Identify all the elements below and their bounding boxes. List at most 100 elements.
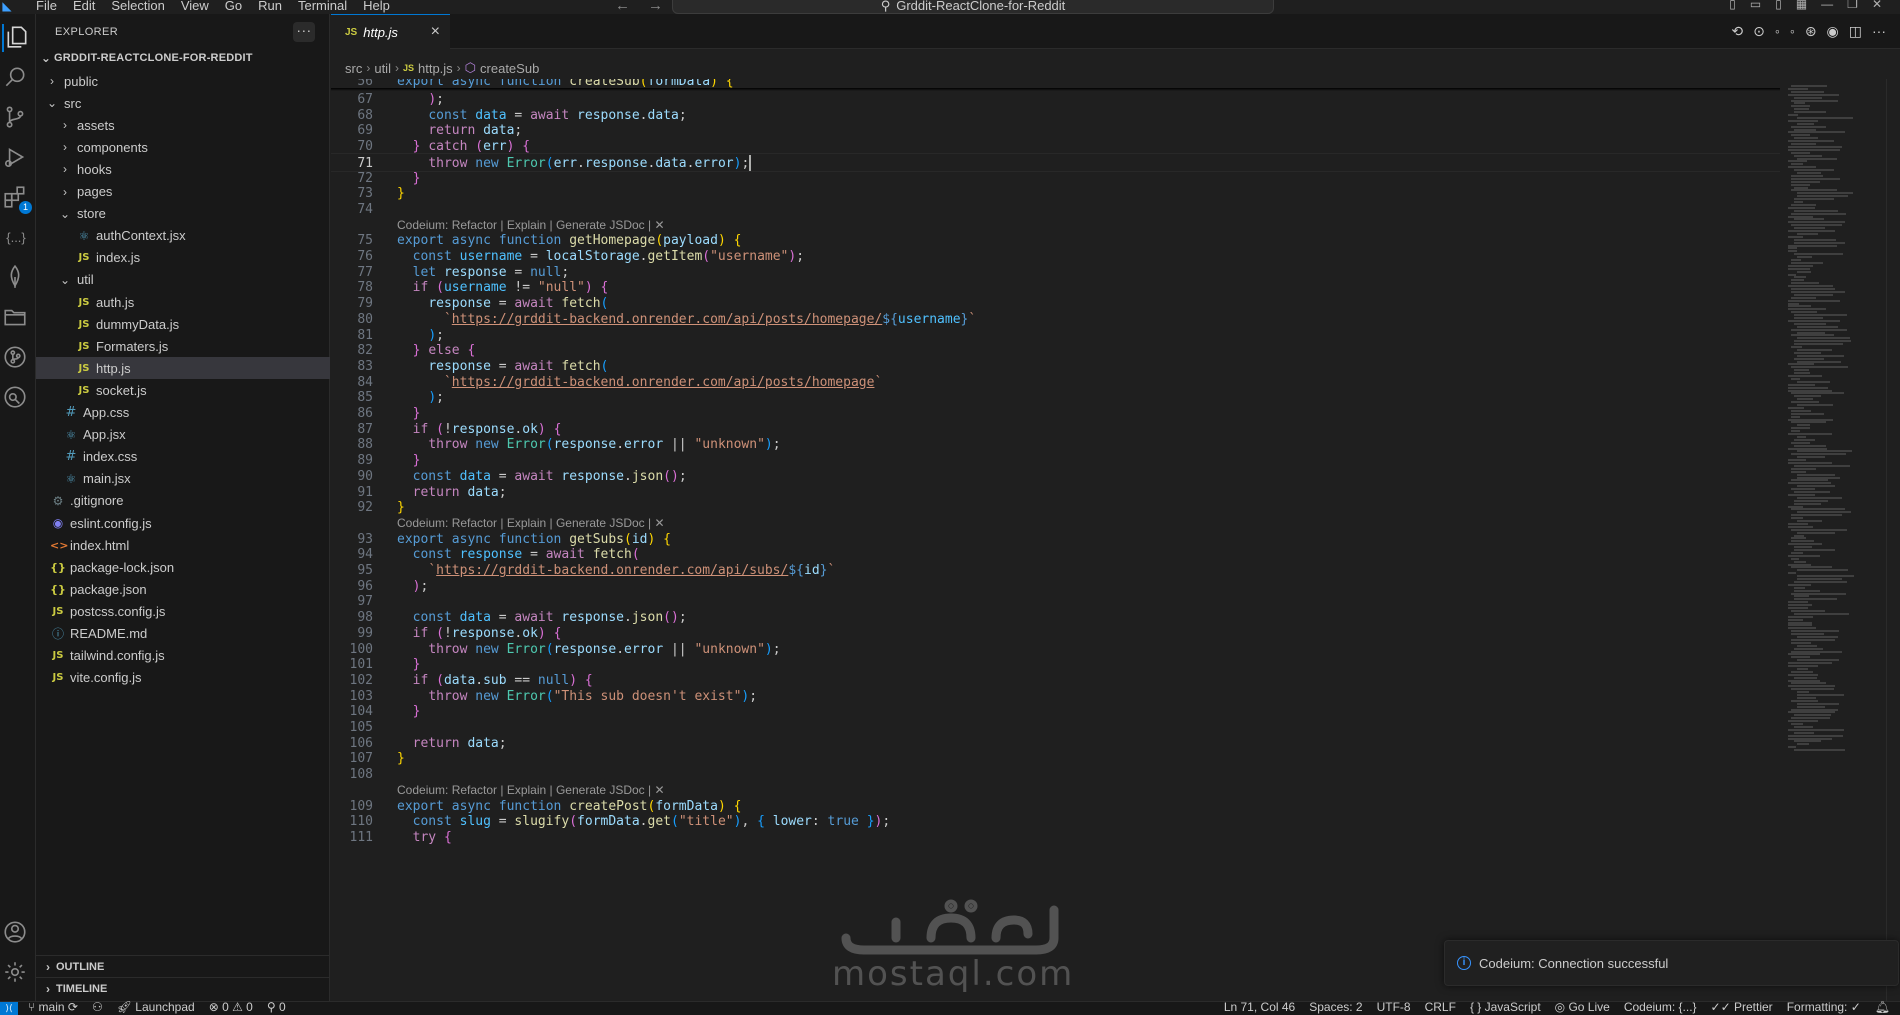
tree-folder[interactable]: › components — [36, 136, 330, 158]
cursor-position[interactable]: Ln 71, Col 46 — [1224, 1000, 1295, 1014]
menu-go[interactable]: Go — [217, 0, 250, 12]
tree-folder[interactable]: ⌄ util — [36, 269, 330, 291]
back-arrow-icon[interactable]: ← — [615, 0, 630, 14]
timeline-history-icon[interactable]: ⟲ — [1731, 23, 1743, 40]
remote-indicator-icon[interactable]: ⟩⟨ — [0, 1002, 18, 1015]
more-editor-actions-icon[interactable]: ··· — [1872, 23, 1886, 40]
tree-file[interactable]: # App.css — [36, 402, 330, 424]
tree-file[interactable]: JS http.js — [36, 357, 330, 380]
search-icon[interactable] — [2, 64, 30, 92]
close-window-icon[interactable]: ✕ — [1872, 0, 1882, 11]
git-graph-icon[interactable] — [2, 344, 30, 372]
project-root-folder[interactable]: ⌄ GRDDIT-REACTCLONE-FOR-REDDIT — [36, 47, 330, 69]
settings-gear-icon[interactable] — [2, 959, 30, 987]
tree-file[interactable]: JS socket.js — [36, 379, 330, 401]
previous-change-icon[interactable]: ◦ — [1775, 23, 1780, 40]
tab-http-js[interactable]: JS http.js × — [331, 14, 450, 49]
menu-terminal[interactable]: Terminal — [290, 0, 355, 12]
menu-file[interactable]: File — [28, 0, 65, 12]
folder-icon[interactable] — [2, 304, 30, 332]
tree-folder[interactable]: › hooks — [36, 158, 330, 180]
tree-file[interactable]: ⚛ App.jsx — [36, 424, 330, 446]
open-changes-icon[interactable]: ⊙ — [1753, 23, 1765, 40]
git-compare-icon[interactable]: ⊛ — [1805, 23, 1817, 40]
source-control-icon[interactable] — [2, 104, 30, 132]
tree-file[interactable]: ⚛ authContext.jsx — [36, 225, 330, 247]
timeline-section[interactable]: › TIMELINE — [36, 977, 330, 999]
explorer-icon[interactable] — [2, 24, 30, 52]
tree-file[interactable]: JS postcss.config.js — [36, 600, 330, 622]
problems-status[interactable]: ⊗ 0 ⚠ 0 — [209, 1000, 253, 1014]
next-change-icon[interactable]: ◦ — [1790, 23, 1795, 40]
minimize-icon[interactable]: — — [1821, 0, 1833, 11]
notifications-bell-icon[interactable]: 🔔︎ — [1875, 1000, 1890, 1014]
tree-file[interactable]: JS tailwind.config.js — [36, 645, 330, 667]
mongodb-leaf-icon[interactable] — [2, 264, 30, 292]
breadcrumb-symbol[interactable]: createSub — [480, 61, 539, 76]
launchpad-status[interactable]: 🚀︎ Launchpad — [117, 1000, 195, 1014]
indentation-status[interactable]: Spaces: 2 — [1309, 1000, 1362, 1014]
toggle-sidebar-icon[interactable]: ▯ — [1729, 0, 1736, 11]
tree-file[interactable]: <> index.html — [36, 534, 330, 556]
menu-view[interactable]: View — [173, 0, 217, 12]
menu-help[interactable]: Help — [355, 0, 398, 12]
tree-file[interactable]: JS index.js — [36, 247, 330, 269]
tree-file[interactable]: JS vite.config.js — [36, 667, 330, 689]
breadcrumb-util[interactable]: util — [374, 61, 391, 76]
minimap-line — [1791, 650, 1842, 653]
account-icon[interactable] — [2, 919, 30, 947]
menu-selection[interactable]: Selection — [103, 0, 172, 12]
tree-file[interactable]: JS auth.js — [36, 291, 330, 313]
title-bar: ◣ File Edit Selection View Go Run Termin… — [0, 0, 1900, 14]
code-line[interactable]: 111 try { — [331, 828, 1780, 847]
notification-toast[interactable]: i Codeium: Connection successful — [1444, 940, 1899, 986]
tree-file[interactable]: ⚛ main.jsx — [36, 468, 330, 490]
more-actions-button[interactable]: ··· — [293, 22, 315, 42]
split-editor-icon[interactable]: ◫ — [1849, 23, 1862, 40]
extensions-icon[interactable]: 1 — [2, 184, 32, 214]
tree-folder[interactable]: › public — [36, 70, 330, 92]
minimap[interactable] — [1780, 79, 1886, 1001]
gitlens-status-icon[interactable]: ⚇ — [92, 1000, 103, 1014]
tree-folder[interactable]: ⌄ store — [36, 203, 330, 225]
outline-section[interactable]: › OUTLINE — [36, 955, 330, 977]
close-tab-icon[interactable]: × — [431, 23, 440, 41]
toggle-secondary-sidebar-icon[interactable]: ▯ — [1775, 0, 1782, 11]
tree-file[interactable]: ◉ eslint.config.js — [36, 512, 330, 534]
customize-layout-icon[interactable]: ▦ — [1796, 0, 1807, 11]
restore-icon[interactable]: ❐ — [1847, 0, 1858, 11]
git-branch-status[interactable]: ⑂ main ⟳ — [28, 1000, 78, 1014]
tree-folder[interactable]: › assets — [36, 114, 330, 136]
tree-file[interactable]: JS dummyData.js — [36, 313, 330, 335]
tree-file[interactable]: # index.css — [36, 446, 330, 468]
json-braces-icon[interactable]: {...} — [2, 224, 30, 252]
eol-status[interactable]: CRLF — [1425, 1000, 1456, 1014]
gitlens-icon[interactable] — [2, 384, 30, 412]
toggle-panel-icon[interactable]: ▭ — [1750, 0, 1761, 11]
tree-folder[interactable]: › pages — [36, 181, 330, 203]
tree-folder[interactable]: ⌄ src — [36, 92, 330, 114]
run-debug-icon[interactable] — [2, 144, 30, 172]
menu-edit[interactable]: Edit — [65, 0, 103, 12]
language-mode[interactable]: { } JavaScript — [1470, 1000, 1541, 1014]
go-live-status[interactable]: ◎ Go Live — [1555, 1000, 1610, 1014]
breadcrumb-src[interactable]: src — [345, 61, 362, 76]
forward-arrow-icon[interactable]: → — [648, 0, 663, 14]
tree-file[interactable]: {} package.json — [36, 578, 330, 600]
formatting-status[interactable]: Formatting: ✓ — [1787, 1000, 1861, 1014]
ports-status[interactable]: ⚲ 0 — [267, 1000, 286, 1014]
encoding-status[interactable]: UTF-8 — [1377, 1000, 1411, 1014]
prettier-status[interactable]: ✓✓ Prettier — [1711, 1000, 1773, 1014]
code-editor[interactable]: 56 export async function createSub(formDa… — [331, 79, 1780, 1001]
vertical-scrollbar[interactable] — [1886, 79, 1900, 1001]
menu-run[interactable]: Run — [250, 0, 290, 12]
codeium-status[interactable]: Codeium: {...} — [1624, 1000, 1697, 1014]
tree-file[interactable]: {} package-lock.json — [36, 556, 330, 578]
go-live-icon[interactable]: ◉ — [1827, 23, 1839, 40]
minimap-line — [1794, 586, 1805, 589]
tree-file[interactable]: ⚙ .gitignore — [36, 490, 330, 512]
tree-file[interactable]: JS Formaters.js — [36, 335, 330, 357]
tree-file[interactable]: ⓘ README.md — [36, 623, 330, 645]
command-center-search[interactable]: ⚲ Grddit-ReactClone-for-Reddit — [672, 0, 1274, 14]
breadcrumb-file[interactable]: http.js — [418, 61, 453, 76]
